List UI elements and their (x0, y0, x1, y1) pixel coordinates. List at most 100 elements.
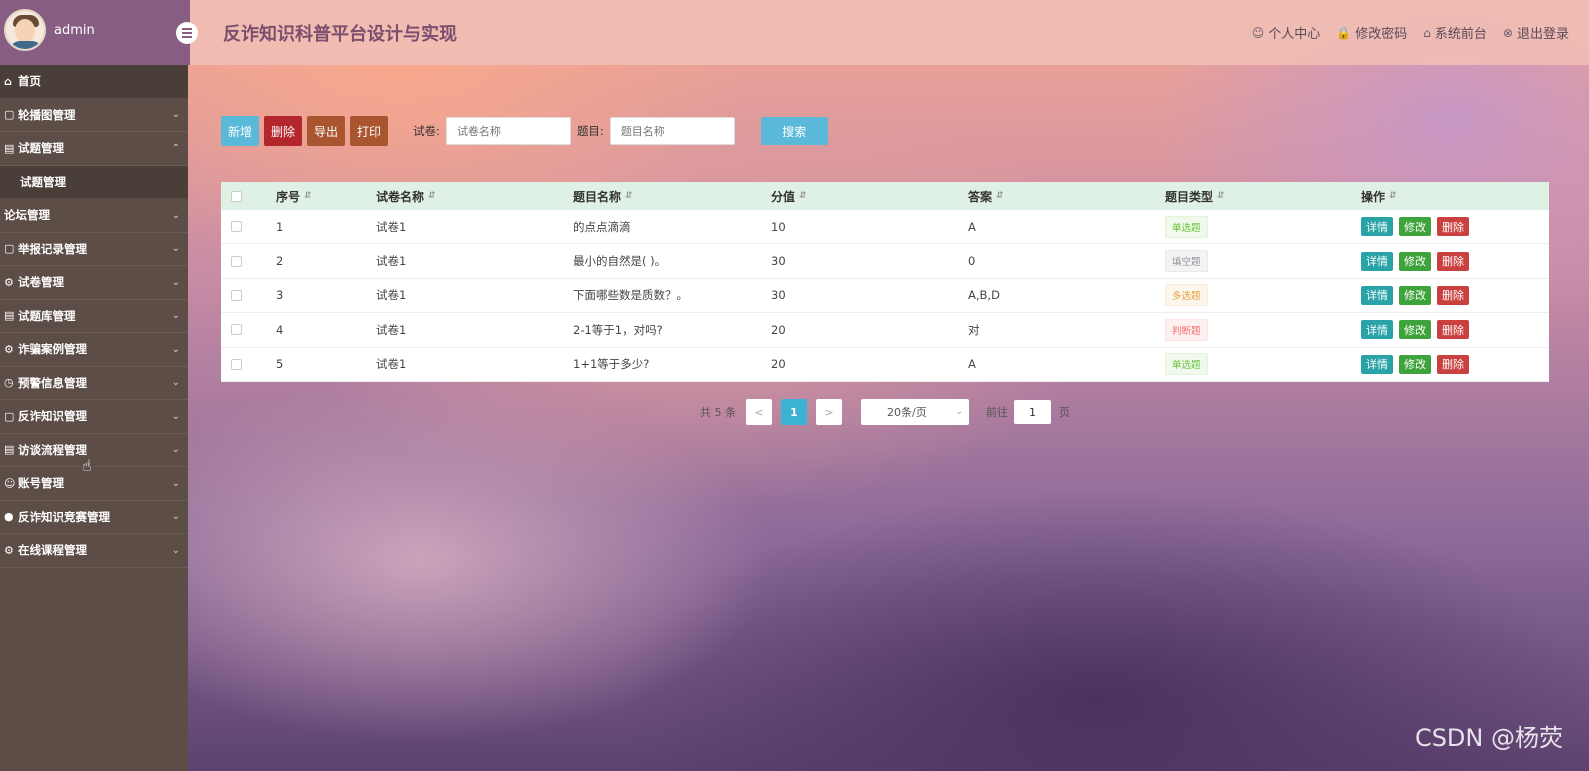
prev-page-button[interactable]: < (746, 399, 772, 425)
row-checkbox[interactable] (231, 358, 242, 370)
next-page-button[interactable]: > (816, 399, 842, 425)
sidebar-item-home[interactable]: ⌂ 首页 (0, 65, 188, 99)
row-answer: A (968, 219, 976, 234)
user-icon: ☺ (1251, 25, 1265, 40)
table-row: 5 试卷1 1+1等于多少? 20 A 单选题 详情 修改 删除 (221, 348, 1549, 382)
question-filter-label: 题目: (576, 124, 604, 138)
chevron-down-icon: ⌄ (171, 477, 180, 489)
row-delete-button[interactable]: 删除 (1437, 285, 1469, 305)
row-checkbox[interactable] (231, 221, 242, 233)
detail-button[interactable]: 详情 (1361, 217, 1393, 237)
row-paper: 试卷1 (376, 288, 407, 303)
edit-button[interactable]: 修改 (1399, 251, 1431, 271)
table-row: 3 试卷1 下面哪些数是质数？。 30 A,B,D 多选题 详情 修改 删除 (221, 279, 1549, 314)
column-header-score[interactable]: 分值 ⇵ (771, 188, 968, 205)
page-number-button[interactable]: 1 (781, 399, 807, 425)
table-row: 4 试卷1 2-1等于1，对吗? 20 对 判断题 详情 修改 删除 (221, 313, 1549, 348)
row-paper: 试卷1 (376, 254, 407, 269)
column-header-answer[interactable]: 答案 ⇵ (968, 188, 1165, 205)
paper-name-input[interactable] (445, 117, 571, 145)
row-delete-button[interactable]: 删除 (1437, 217, 1469, 237)
sidebar-item-knowledge[interactable]: ▢ 反诈知识管理 ⌄ (0, 400, 188, 434)
row-question: 的点点滴滴 (573, 219, 631, 234)
detail-button[interactable]: 详情 (1361, 251, 1393, 271)
detail-button[interactable]: 详情 (1361, 285, 1393, 305)
chevron-down-icon: ⌄ (171, 209, 180, 221)
circle-icon: ● (4, 510, 14, 524)
row-score: 20 (771, 322, 786, 337)
page-suffix-label: 页 (1059, 406, 1070, 419)
sidebar-item-questions[interactable]: ▤ 试题管理 ⌃ (0, 132, 188, 166)
add-button[interactable]: 新增 (221, 116, 260, 146)
table-row: 2 试卷1 最小的自然是( )。 30 0 填空题 详情 修改 删除 (221, 244, 1549, 279)
table-header: 序号 ⇵ 试卷名称 ⇵ 题目名称 ⇵ 分值 ⇵ 答案 ⇵ 题目类型 ⇵ 操作 ⇵ (221, 182, 1549, 210)
question-name-input[interactable] (609, 117, 735, 145)
select-all-checkbox[interactable] (231, 190, 242, 202)
edit-button[interactable]: 修改 (1399, 285, 1431, 305)
page-size-select[interactable]: 20条/页 ⌄ (861, 399, 969, 425)
sidebar-item-forum[interactable]: 论坛管理 ⌄ (0, 199, 188, 233)
edit-button[interactable]: 修改 (1399, 217, 1431, 237)
edit-button[interactable]: 修改 (1399, 354, 1431, 374)
paper-filter-label: 试卷: (413, 124, 440, 138)
column-header-actions[interactable]: 操作 ⇵ (1361, 188, 1541, 205)
row-index: 3 (276, 288, 284, 303)
sidebar-item-competition[interactable]: ● 反诈知识竞赛管理 ⌄ (0, 501, 188, 534)
toolbar: 新增 删除 导出 打印 试卷: 题目: 搜索 (221, 116, 833, 146)
column-header-type[interactable]: 题目类型 ⇵ (1165, 188, 1361, 205)
detail-button[interactable]: 详情 (1361, 320, 1393, 340)
print-button[interactable]: 打印 (350, 116, 389, 146)
logout-link[interactable]: ⊗ 退出登录 (1503, 23, 1569, 43)
column-header-index[interactable]: 序号 ⇵ (276, 188, 376, 205)
page-title: 反诈知识科普平台设计与实现 (223, 24, 457, 45)
avatar[interactable] (4, 9, 46, 51)
sidebar-subitem-questions[interactable]: 试题管理 (0, 165, 188, 199)
sidebar-item-accounts[interactable]: ☺ 账号管理 ⌄ (0, 467, 188, 501)
sidebar-item-reports[interactable]: ▢ 举报记录管理 ⌄ (0, 233, 188, 266)
goto-page-input[interactable]: 1 (1014, 400, 1051, 424)
menu-toggle-icon[interactable] (176, 22, 198, 44)
row-score: 10 (771, 219, 786, 234)
chevron-down-icon: ⌄ (171, 511, 180, 523)
sidebar-item-papers[interactable]: ⚙ 试卷管理 ⌄ (0, 266, 188, 300)
sidebar-item-question-bank[interactable]: ▤ 试题库管理 ⌄ (0, 300, 188, 333)
row-score: 30 (771, 254, 786, 269)
sidebar-item-courses[interactable]: ⚙ 在线课程管理 ⌄ (0, 534, 188, 568)
row-checkbox[interactable] (231, 255, 242, 267)
search-button[interactable]: 搜索 (760, 117, 828, 145)
goto-label: 前往 (986, 406, 1008, 419)
sidebar-item-carousel[interactable]: ▢ 轮播图管理 ⌄ (0, 99, 188, 132)
watermark: CSDN @杨荧 (1414, 724, 1563, 752)
total-count: 共 5 条 (700, 406, 736, 419)
sort-icon: ⇵ (799, 191, 807, 201)
row-paper: 试卷1 (376, 357, 407, 372)
sidebar-item-warnings[interactable]: ◷ 预警信息管理 ⌄ (0, 367, 188, 400)
row-question: 1+1等于多少? (573, 357, 650, 372)
delete-button[interactable]: 删除 (264, 116, 303, 146)
row-delete-button[interactable]: 删除 (1437, 251, 1469, 271)
row-score: 30 (771, 288, 786, 303)
export-button[interactable]: 导出 (307, 116, 346, 146)
profile-link[interactable]: ☺ 个人中心 (1251, 23, 1321, 43)
row-checkbox[interactable] (231, 324, 242, 336)
frontend-link[interactable]: ⌂ 系统前台 (1423, 23, 1487, 43)
chevron-down-icon: ⌄ (171, 310, 180, 322)
doc-icon: ▤ (4, 309, 15, 323)
lock-icon: 🔒 (1336, 25, 1352, 40)
sidebar-item-fraud-cases[interactable]: ⚙ 诈骗案例管理 ⌄ (0, 333, 188, 367)
column-header-question[interactable]: 题目名称 ⇵ (573, 188, 771, 205)
row-checkbox[interactable] (231, 289, 242, 301)
sidebar-item-interviews[interactable]: ▤ 访谈流程管理 ⌄ (0, 434, 188, 467)
detail-button[interactable]: 详情 (1361, 354, 1393, 374)
row-index: 2 (276, 254, 284, 269)
edit-button[interactable]: 修改 (1399, 320, 1431, 340)
chevron-down-icon: ⌄ (171, 343, 180, 355)
column-header-paper[interactable]: 试卷名称 ⇵ (376, 188, 573, 205)
change-password-link[interactable]: 🔒 修改密码 (1336, 23, 1407, 43)
home-icon: ⌂ (1423, 25, 1431, 40)
top-links: ☺ 个人中心 🔒 修改密码 ⌂ 系统前台 ⊗ 退出登录 (1251, 23, 1569, 43)
row-delete-button[interactable]: 删除 (1437, 354, 1469, 374)
row-answer: A (968, 357, 976, 372)
row-delete-button[interactable]: 删除 (1437, 320, 1469, 340)
question-type-badge: 单选题 (1165, 215, 1208, 238)
